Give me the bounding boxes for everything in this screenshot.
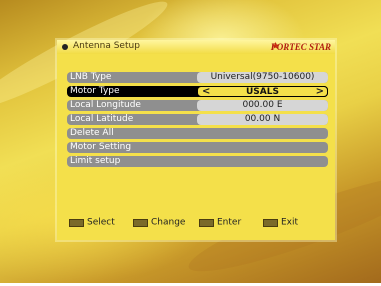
menu-item-label: LNB Type	[70, 72, 112, 82]
brand-logo: FORTEC STAR	[270, 42, 331, 52]
hint-exit-label: Exit	[281, 217, 299, 228]
change-key-icon	[133, 218, 148, 227]
settings-menu: LNB Type Universal(9750-10600) Motor Typ…	[67, 72, 328, 170]
menu-item-label: Motor Setting	[70, 142, 132, 152]
menu-item-local-latitude[interactable]: Local Latitude 00.00 N	[67, 114, 328, 125]
enter-key-icon	[199, 218, 214, 227]
menu-item-label: Limit setup	[70, 156, 121, 166]
lnb-type-value[interactable]: Universal(9750-10600)	[197, 72, 328, 83]
local-longitude-value[interactable]: 000.00 E	[197, 100, 328, 111]
menu-item-motor-type[interactable]: Motor Type < USALS >	[67, 86, 328, 97]
arrow-left-icon[interactable]: <	[202, 86, 210, 97]
antenna-setup-panel: Antenna Setup ★ FORTEC STAR LNB Type Uni…	[57, 40, 335, 240]
exit-key-icon	[263, 218, 278, 227]
menu-item-delete-all[interactable]: Delete All	[67, 128, 328, 139]
hint-exit: Exit	[263, 212, 298, 228]
menu-item-label: Motor Type	[70, 86, 120, 96]
menu-item-limit-setup[interactable]: Limit setup	[67, 156, 328, 167]
motor-type-selector[interactable]: < USALS >	[197, 86, 328, 97]
hint-select-label: Select	[87, 217, 115, 228]
menu-item-lnb-type[interactable]: LNB Type Universal(9750-10600)	[67, 72, 328, 83]
bullet-icon	[62, 44, 68, 50]
motor-type-value: USALS	[246, 87, 279, 97]
key-hint-bar: Select Change Enter Exit	[57, 210, 335, 228]
hint-enter: Enter	[199, 212, 241, 228]
menu-item-label: Local Latitude	[70, 114, 134, 124]
select-key-icon	[69, 218, 84, 227]
menu-item-local-longitude[interactable]: Local Longitude 000.00 E	[67, 100, 328, 111]
menu-item-label: Delete All	[70, 128, 114, 138]
panel-header: Antenna Setup ★ FORTEC STAR	[57, 40, 335, 54]
hint-enter-label: Enter	[217, 217, 242, 228]
hint-change: Change	[133, 212, 185, 228]
local-latitude-value[interactable]: 00.00 N	[197, 114, 328, 125]
hint-change-label: Change	[151, 217, 186, 228]
menu-item-label: Local Longitude	[70, 100, 141, 110]
hint-select: Select	[69, 212, 115, 228]
page-title: Antenna Setup	[73, 41, 140, 51]
arrow-right-icon[interactable]: >	[316, 86, 324, 97]
menu-item-motor-setting[interactable]: Motor Setting	[67, 142, 328, 153]
